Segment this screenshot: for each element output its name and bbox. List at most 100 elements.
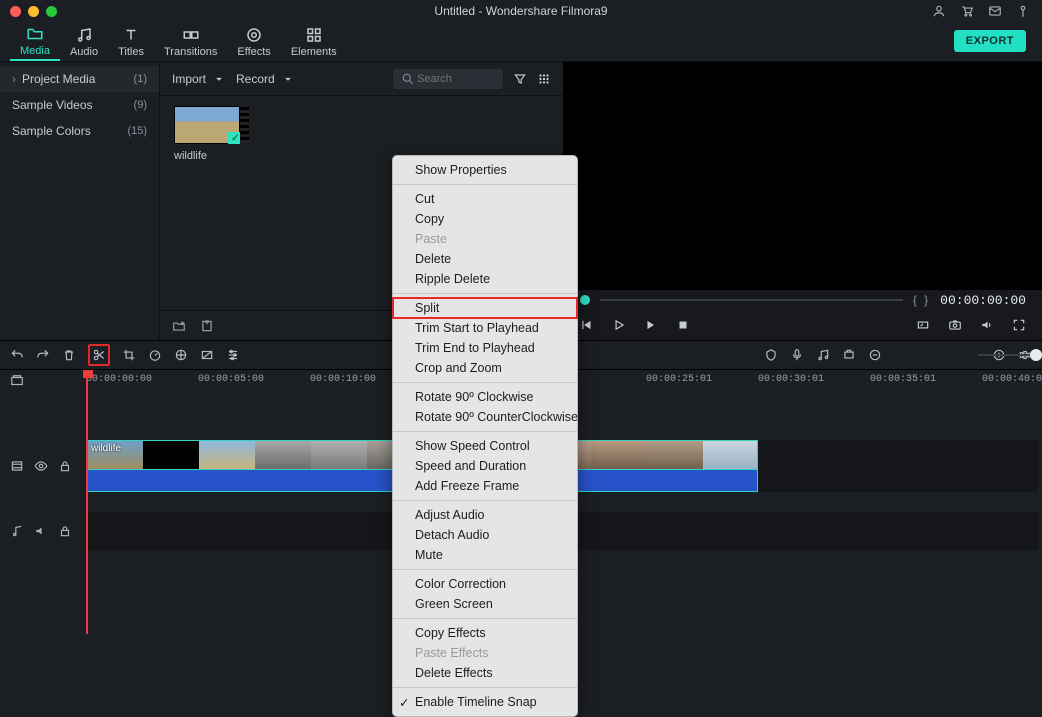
search-icon	[401, 72, 415, 86]
menu-item-add-freeze-frame[interactable]: Add Freeze Frame	[393, 476, 577, 496]
delete-button[interactable]	[62, 348, 76, 362]
snapshot-icon[interactable]	[948, 318, 962, 332]
track-manager-icon[interactable]	[10, 370, 24, 392]
sidebar-item-project-media[interactable]: ›Project Media (1)	[0, 66, 159, 92]
notification-icon[interactable]	[1016, 4, 1030, 18]
menu-item-rotate-90-clockwise[interactable]: Rotate 90º Clockwise	[393, 387, 577, 407]
check-icon: ✓	[399, 695, 409, 710]
ruler-tick: 00:00:30:01	[758, 374, 824, 385]
prev-frame-button[interactable]	[580, 318, 594, 332]
menu-item-trim-end-to-playhead[interactable]: Trim End to Playhead	[393, 338, 577, 358]
visibility-icon[interactable]	[34, 459, 48, 473]
menu-item-ripple-delete[interactable]: Ripple Delete	[393, 269, 577, 289]
import-file-icon[interactable]	[200, 319, 214, 333]
menu-item-show-speed-control[interactable]: Show Speed Control	[393, 436, 577, 456]
menu-item-delete-effects[interactable]: Delete Effects	[393, 663, 577, 683]
maximize-button[interactable]	[46, 6, 57, 17]
zoom-track[interactable]	[978, 354, 1042, 356]
play-button[interactable]	[612, 318, 626, 332]
scrubber-head[interactable]	[580, 295, 590, 305]
crop-button[interactable]	[122, 348, 136, 362]
filmstrip-icon[interactable]	[10, 459, 24, 473]
menu-item-enable-timeline-snap[interactable]: ✓Enable Timeline Snap	[393, 692, 577, 712]
voiceover-button[interactable]	[790, 348, 804, 362]
menu-item-green-screen[interactable]: Green Screen	[393, 594, 577, 614]
sidebar-item-sample-colors[interactable]: Sample Colors (15)	[0, 118, 159, 144]
sidebar-item-count: (9)	[134, 99, 147, 111]
scrubber-track[interactable]	[600, 299, 903, 301]
undo-button[interactable]	[10, 348, 24, 362]
mute-icon[interactable]	[34, 524, 48, 538]
tab-transitions[interactable]: Transitions	[154, 23, 227, 61]
menu-item-crop-and-zoom[interactable]: Crop and Zoom	[393, 358, 577, 378]
adjust-button[interactable]	[226, 348, 240, 362]
zoom-out-icon[interactable]	[868, 348, 882, 362]
color-button[interactable]	[174, 348, 188, 362]
menu-item-color-correction[interactable]: Color Correction	[393, 574, 577, 594]
message-icon[interactable]	[988, 4, 1002, 18]
quality-icon[interactable]	[916, 318, 930, 332]
fullscreen-icon[interactable]	[1012, 318, 1026, 332]
ruler-tick: 00:00:10:00	[310, 374, 376, 385]
menu-item-detach-audio[interactable]: Detach Audio	[393, 525, 577, 545]
lock-icon[interactable]	[58, 524, 72, 538]
minimize-button[interactable]	[28, 6, 39, 17]
account-icon[interactable]	[932, 4, 946, 18]
menu-item-label: Mute	[415, 548, 443, 562]
menu-item-trim-start-to-playhead[interactable]: Trim Start to Playhead	[393, 318, 577, 338]
menu-item-split[interactable]: Split	[393, 298, 577, 318]
menu-item-label: Color Correction	[415, 577, 506, 591]
sidebar-item-sample-videos[interactable]: Sample Videos (9)	[0, 92, 159, 118]
search-box[interactable]	[393, 69, 503, 89]
volume-icon[interactable]	[980, 318, 994, 332]
menu-item-show-properties[interactable]: Show Properties	[393, 160, 577, 180]
green-screen-button[interactable]	[200, 348, 214, 362]
tab-media[interactable]: Media	[10, 23, 60, 61]
media-item[interactable]: ✓ wildlife	[174, 106, 240, 162]
ruler-tick: 00:00:40:01	[982, 374, 1042, 385]
lock-icon[interactable]	[58, 459, 72, 473]
record-label: Record	[236, 72, 275, 86]
next-frame-button[interactable]	[644, 318, 658, 332]
music-icon[interactable]	[10, 524, 24, 538]
tab-audio[interactable]: Audio	[60, 23, 108, 61]
context-menu[interactable]: Show PropertiesCutCopyPasteDeleteRipple …	[392, 155, 578, 717]
search-input[interactable]	[415, 72, 485, 86]
audio-mixer-button[interactable]	[816, 348, 830, 362]
cart-icon[interactable]	[960, 4, 974, 18]
mark-in-out-icon[interactable]: { }	[913, 293, 930, 307]
ruler-tick: 00:00:00:00	[86, 374, 152, 385]
marker-button[interactable]	[764, 348, 778, 362]
render-button[interactable]	[842, 348, 856, 362]
preview-pane: { } 00:00:00:00	[564, 62, 1042, 340]
redo-button[interactable]	[36, 348, 50, 362]
zoom-slider[interactable]	[868, 348, 1006, 362]
tab-titles[interactable]: Titles	[108, 23, 154, 61]
speed-button[interactable]	[148, 348, 162, 362]
menu-item-rotate-90-counterclockwise[interactable]: Rotate 90º CounterClockwise	[393, 407, 577, 427]
menu-item-cut[interactable]: Cut	[393, 189, 577, 209]
menu-item-speed-and-duration[interactable]: Speed and Duration	[393, 456, 577, 476]
export-button[interactable]: EXPORT	[954, 30, 1026, 52]
tab-elements[interactable]: Elements	[281, 23, 347, 61]
filter-icon[interactable]	[513, 72, 527, 86]
tab-effects[interactable]: Effects	[227, 23, 280, 61]
record-dropdown[interactable]: Record	[236, 72, 295, 86]
menu-item-label: Copy	[415, 212, 444, 226]
menu-item-delete[interactable]: Delete	[393, 249, 577, 269]
menu-item-paste-effects: Paste Effects	[393, 643, 577, 663]
preview-scrubber[interactable]: { } 00:00:00:00	[564, 290, 1042, 310]
playhead[interactable]	[86, 370, 88, 634]
grid-view-icon[interactable]	[537, 72, 551, 86]
menu-item-copy-effects[interactable]: Copy Effects	[393, 623, 577, 643]
zoom-knob[interactable]	[1030, 349, 1042, 361]
split-button[interactable]	[88, 344, 110, 366]
menu-item-copy[interactable]: Copy	[393, 209, 577, 229]
preview-video[interactable]	[564, 62, 1042, 290]
menu-item-mute[interactable]: Mute	[393, 545, 577, 565]
menu-item-adjust-audio[interactable]: Adjust Audio	[393, 505, 577, 525]
stop-button[interactable]	[676, 318, 690, 332]
import-dropdown[interactable]: Import	[172, 72, 226, 86]
new-folder-icon[interactable]	[172, 319, 186, 333]
close-button[interactable]	[10, 6, 21, 17]
